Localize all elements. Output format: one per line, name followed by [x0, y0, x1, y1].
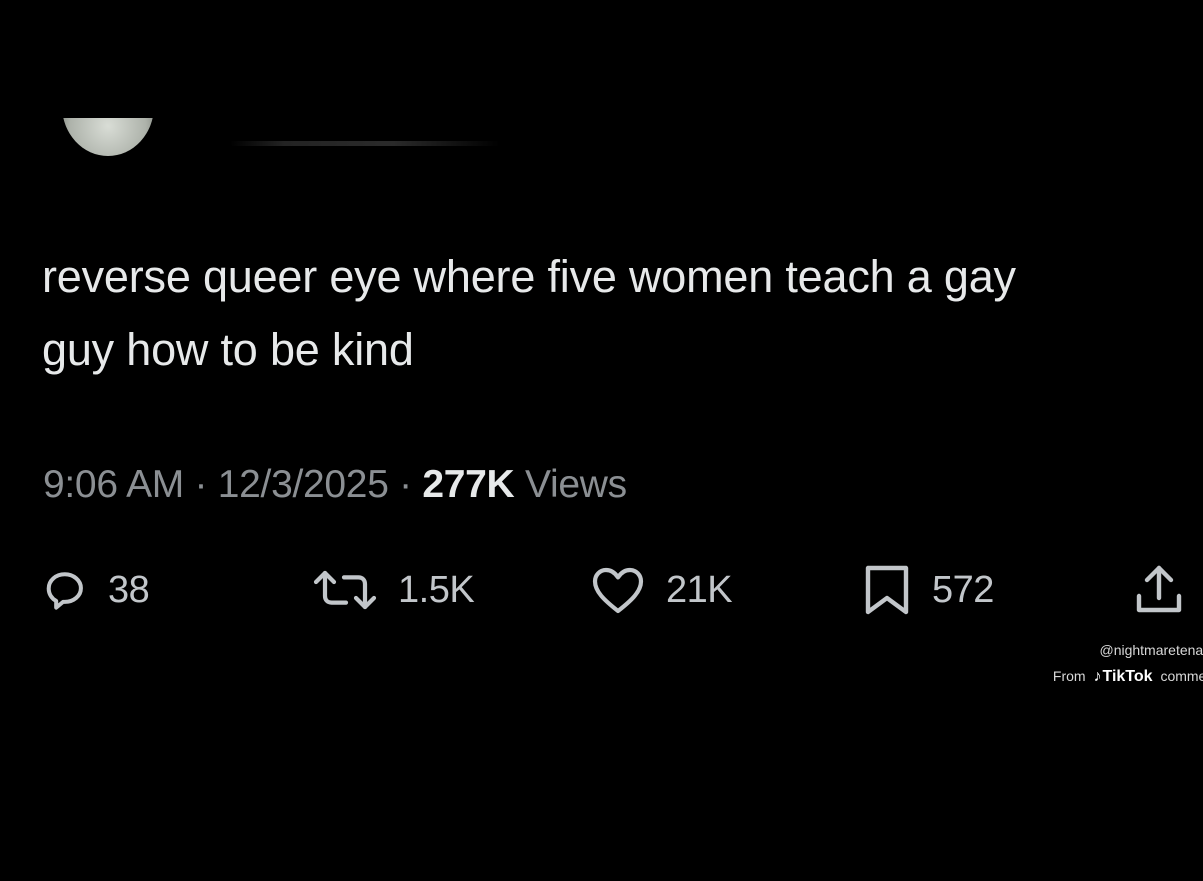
tweet-text-line-2: guy how to be kind	[42, 324, 414, 375]
tweet-text-line-1: reverse queer eye where five women teach…	[42, 251, 1016, 302]
tweet-time[interactable]: 9:06 AM	[43, 463, 184, 506]
reply-icon	[42, 567, 88, 613]
like-button[interactable]: 21K	[590, 558, 733, 622]
watermark-source: From ♪TikTok commer	[1053, 663, 1203, 690]
bookmark-icon	[862, 563, 912, 617]
watermark-brand: TikTok	[1102, 668, 1153, 685]
watermark-handle: @nightmaretenan	[1099, 642, 1203, 658]
avatar[interactable]	[58, 118, 158, 158]
repost-icon	[312, 567, 378, 613]
heart-icon	[590, 565, 646, 615]
action-bar: 38 1.5K 21K 572	[0, 558, 1203, 622]
tiktok-watermark: @nightmaretenan From ♪TikTok commer	[1053, 637, 1203, 690]
tweet-date[interactable]: 12/3/2025	[218, 463, 389, 506]
watermark-from: From	[1052, 668, 1086, 684]
tweet-text: reverse queer eye where five women teach…	[42, 240, 1192, 386]
bookmark-count: 572	[932, 568, 994, 611]
repost-count: 1.5K	[398, 568, 475, 611]
author-name-blurred	[230, 141, 500, 146]
reply-count: 38	[108, 568, 150, 611]
tiktok-logo-icon: ♪	[1093, 668, 1102, 685]
watermark-suffix: commer	[1160, 668, 1203, 684]
bookmark-button[interactable]: 572	[862, 558, 994, 622]
reply-button[interactable]: 38	[42, 558, 150, 622]
views-label: Views	[524, 463, 627, 506]
meta-separator: ·	[194, 463, 208, 506]
avatar-image	[62, 118, 154, 156]
tweet-meta: 9:06 AM · 12/3/2025 · 277K Views	[43, 461, 627, 509]
meta-separator: ·	[399, 463, 412, 506]
share-button[interactable]	[1131, 558, 1187, 622]
like-count: 21K	[666, 568, 733, 611]
repost-button[interactable]: 1.5K	[312, 558, 475, 622]
share-icon	[1131, 562, 1187, 618]
views-count: 277K	[422, 463, 515, 506]
